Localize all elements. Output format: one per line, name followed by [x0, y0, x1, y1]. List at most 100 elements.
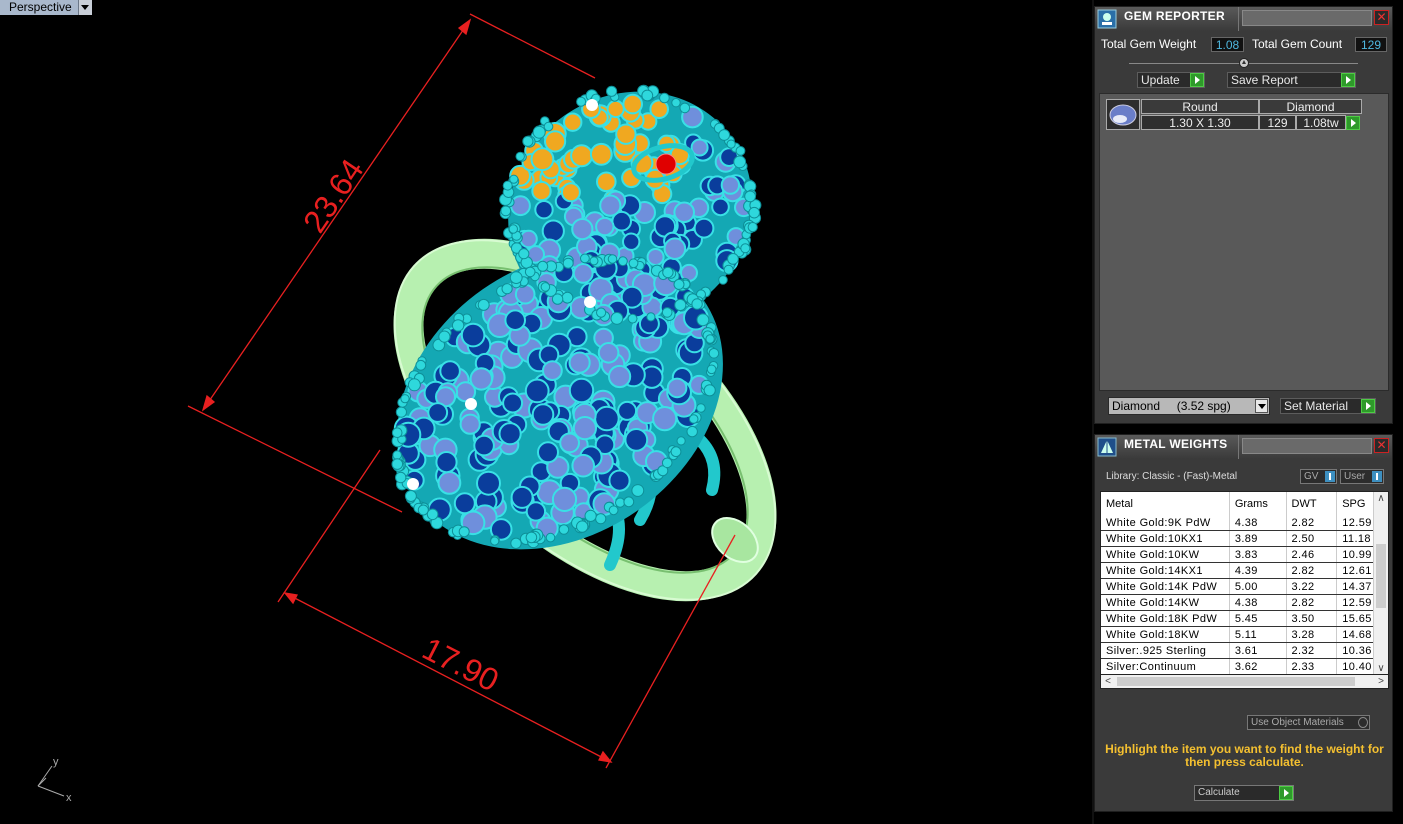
metal-name-cell: White Gold:18KW: [1101, 626, 1230, 643]
vertical-scroll-thumb[interactable]: [1376, 544, 1386, 608]
table-row[interactable]: White Gold:14KW 4.38 2.82 12.59: [1101, 594, 1388, 611]
set-material-button[interactable]: Set Material: [1280, 398, 1376, 414]
gem-stone: [711, 197, 730, 217]
grams-cell: 4.39: [1229, 562, 1287, 579]
dwt-cell: 2.33: [1286, 658, 1338, 674]
metal-weights-titlebar[interactable]: METAL WEIGHTS ✕: [1095, 435, 1392, 460]
table-row[interactable]: Silver:.925 Sterling 3.61 2.32 10.36: [1101, 642, 1388, 659]
ruby-eye-gem: [655, 153, 677, 175]
scroll-right-icon[interactable]: >: [1374, 675, 1388, 688]
bead: [627, 313, 638, 324]
calculate-button-label: Calculate: [1198, 787, 1240, 798]
set-material-go-icon: [1361, 399, 1375, 413]
dimension-height-label: 23.64: [296, 152, 371, 239]
metal-weights-icon: [1097, 437, 1117, 457]
table-row[interactable]: White Gold:14K PdW 5.00 3.22 14.37: [1101, 578, 1388, 595]
bead: [735, 146, 746, 156]
material-select[interactable]: Diamond (3.52 spg): [1108, 397, 1270, 415]
viewport-perspective[interactable]: 23.64 17.90 y x Perspective: [0, 0, 1092, 824]
bead: [595, 513, 607, 525]
grams-cell: 3.61: [1229, 642, 1287, 659]
calculate-button[interactable]: Calculate: [1194, 785, 1294, 801]
ring-scene[interactable]: 23.64 17.90 y x: [0, 0, 1092, 824]
total-gem-weight-label: Total Gem Weight: [1101, 37, 1197, 51]
bead: [391, 458, 404, 470]
gem-stone: [460, 322, 486, 348]
bead: [673, 278, 685, 290]
bead: [607, 254, 618, 264]
bead: [606, 85, 618, 97]
view-dropdown-button[interactable]: [77, 0, 92, 15]
dwt-cell: 2.82: [1286, 515, 1338, 531]
view-title-tab[interactable]: Perspective: [0, 0, 92, 15]
gem-stone: [652, 406, 678, 432]
user-toggle-indicator-icon: [1372, 471, 1382, 482]
metal-table-horizontal-scrollbar[interactable]: < >: [1100, 675, 1389, 689]
grams-cell: 3.83: [1229, 546, 1287, 563]
bead: [417, 504, 429, 516]
metal-name-cell: White Gold:9K PdW: [1101, 515, 1230, 531]
use-object-materials-toggle[interactable]: Use Object Materials: [1247, 715, 1370, 730]
scroll-down-icon[interactable]: ∨: [1374, 662, 1388, 674]
bead: [490, 536, 500, 546]
grams-cell: 5.00: [1229, 578, 1287, 595]
calculate-hint-text: Highlight the item you want to find the …: [1105, 742, 1384, 769]
save-report-button[interactable]: Save Report: [1227, 72, 1356, 88]
bead: [679, 102, 691, 114]
view-name: Perspective: [0, 0, 78, 15]
gem-reporter-close-icon[interactable]: ✕: [1374, 10, 1389, 25]
gem-reporter-titlebar[interactable]: GEM REPORTER ✕: [1095, 7, 1392, 32]
gem-slider-knob[interactable]: [1239, 58, 1249, 68]
horizontal-scroll-thumb[interactable]: [1117, 677, 1355, 686]
table-row[interactable]: Silver:Continuum 3.62 2.33 10.40: [1101, 658, 1388, 674]
total-gem-count-value: 129: [1355, 37, 1387, 52]
metal-weights-close-icon[interactable]: ✕: [1374, 438, 1389, 453]
total-gem-weight-value: 1.08: [1211, 37, 1244, 52]
material-select-chevron-down-icon[interactable]: [1255, 399, 1268, 413]
calculate-go-icon: [1279, 786, 1293, 800]
bead: [727, 253, 739, 265]
bead: [705, 334, 715, 344]
table-row[interactable]: White Gold:10KW 3.83 2.46 10.99: [1101, 546, 1388, 563]
column-header-grams[interactable]: Grams: [1229, 492, 1287, 515]
scroll-up-icon[interactable]: ∧: [1374, 492, 1388, 506]
column-header-dwt[interactable]: DWT: [1286, 492, 1338, 515]
gem-stone: [531, 180, 552, 202]
dwt-cell: 2.32: [1286, 642, 1338, 659]
gem-stone: [663, 237, 687, 260]
gem-row-go-icon[interactable]: [1346, 116, 1360, 130]
gv-toggle[interactable]: GV: [1300, 469, 1337, 484]
metal-table-vertical-scrollbar[interactable]: ∧ ∨: [1373, 492, 1388, 674]
column-header-metal[interactable]: Metal: [1101, 492, 1230, 515]
bead: [733, 155, 747, 169]
gem-stone: [624, 428, 649, 452]
gem-stone: [473, 434, 495, 457]
table-row[interactable]: White Gold:10KX1 3.89 2.50 11.18: [1101, 530, 1388, 547]
table-row[interactable]: White Gold:18K PdW 5.45 3.50 15.65: [1101, 610, 1388, 627]
table-row[interactable]: White Gold:9K PdW 4.38 2.82 12.59: [1101, 515, 1388, 531]
user-toggle[interactable]: User: [1340, 469, 1384, 484]
bead: [508, 224, 518, 234]
table-row[interactable]: White Gold:18KW 5.11 3.28 14.68: [1101, 626, 1388, 643]
metal-name-cell: White Gold:10KW: [1101, 546, 1230, 563]
scroll-left-icon[interactable]: <: [1101, 675, 1115, 688]
metal-weights-table[interactable]: Metal Grams DWT SPG White Gold:9K PdW 4.3…: [1100, 491, 1389, 675]
bead: [708, 348, 720, 359]
bead: [415, 359, 427, 371]
gem-stone: [571, 453, 596, 478]
dwt-cell: 2.82: [1286, 562, 1338, 579]
gem-stone: [568, 377, 595, 404]
title-divider: [1238, 435, 1239, 459]
update-button[interactable]: Update: [1137, 72, 1205, 88]
gem-stone: [594, 405, 620, 432]
bead: [545, 532, 556, 543]
highlight: [407, 478, 419, 490]
use-object-materials-radio-icon[interactable]: [1358, 717, 1368, 728]
grams-cell: 4.38: [1229, 594, 1287, 611]
bead: [540, 282, 551, 292]
table-row[interactable]: White Gold:14KX1 4.39 2.82 12.61: [1101, 562, 1388, 579]
gem-stone: [572, 263, 594, 284]
metal-name-cell: Silver:.925 Sterling: [1101, 642, 1230, 659]
gem-list[interactable]: Round 1.30 X 1.30 Diamond 129 1.08tw: [1099, 93, 1389, 391]
gem-weight: 1.08tw: [1296, 115, 1346, 130]
